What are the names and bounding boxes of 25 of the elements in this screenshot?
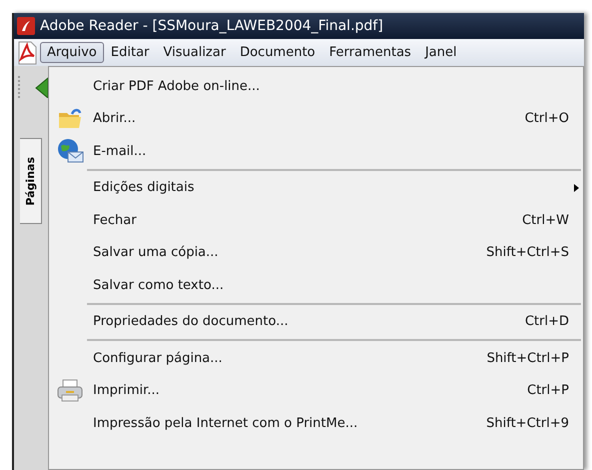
menu-bar-item[interactable]: Ferramentas: [322, 42, 418, 63]
menu-item[interactable]: Impressão pela Internet com o PrintMe... Shift+Ctrl+9: [51, 407, 581, 440]
menu-item[interactable]: Edições digitais: [51, 172, 581, 204]
menu-item[interactable]: E-mail...: [51, 135, 581, 168]
app-logo-icon: [16, 16, 36, 36]
menu-item[interactable]: Configurar página... Shift+Ctrl+P: [51, 342, 581, 374]
menu-item[interactable]: Salvar uma cópia... Shift+Ctrl+S: [51, 236, 581, 269]
folder-icon: [57, 108, 83, 130]
menu-item[interactable]: Abrir... Ctrl+O: [51, 102, 581, 135]
printer-icon: [56, 378, 84, 403]
menu-item[interactable]: Fechar Ctrl+W: [51, 204, 581, 236]
submenu-arrow-icon: [574, 184, 579, 192]
pdf-file-icon[interactable]: [16, 40, 38, 64]
menu-bar-item[interactable]: Arquivo: [40, 42, 104, 63]
menu-bar-item[interactable]: Visualizar: [156, 42, 233, 63]
window-title: Adobe Reader - [SSMoura_LAWEB2004_Final.pdf]: [40, 18, 384, 34]
menu-item[interactable]: Criar PDF Adobe on-line...: [51, 70, 581, 102]
menu-item[interactable]: Salvar como texto...: [51, 269, 581, 302]
side-panel-tab[interactable]: Páginas: [20, 138, 42, 224]
menu-bar-item[interactable]: Documento: [232, 42, 322, 63]
globe-mail-icon: [56, 138, 84, 164]
menu-bar-item[interactable]: Janel: [418, 42, 464, 63]
menu-item[interactable]: Propriedades do documento... Ctrl+D: [51, 306, 581, 338]
menu-bar-item[interactable]: Editar: [104, 42, 156, 63]
menu-item[interactable]: Imprimir... Ctrl+P: [51, 374, 581, 407]
